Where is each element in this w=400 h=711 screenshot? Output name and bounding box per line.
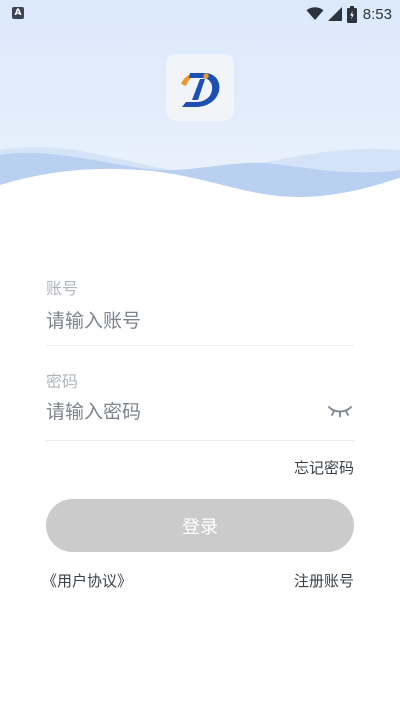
password-divider bbox=[46, 440, 354, 441]
battery-icon bbox=[346, 5, 357, 23]
app-logo-icon bbox=[181, 72, 220, 107]
account-divider bbox=[46, 345, 354, 346]
user-agreement-link[interactable]: 《用户协议》 bbox=[42, 570, 132, 591]
account-input[interactable] bbox=[46, 306, 316, 336]
status-icons: 8:53 bbox=[306, 4, 392, 24]
forgot-password-link[interactable]: 忘记密码 bbox=[294, 457, 354, 478]
register-account-link[interactable]: 注册账号 bbox=[294, 570, 354, 591]
status-time: 8:53 bbox=[362, 5, 392, 23]
account-label: 账号 bbox=[46, 279, 79, 298]
password-input[interactable] bbox=[46, 397, 316, 427]
login-screen: A 8:53 账号 请输入账号 密码 忘记密码 登录 《用户协议》 注册账号 bbox=[0, 0, 400, 711]
signal-icon bbox=[327, 7, 343, 21]
notification-badge: A bbox=[12, 7, 24, 19]
status-bar: A 8:53 bbox=[0, 0, 400, 28]
password-label: 密码 bbox=[46, 372, 79, 391]
wave-decoration bbox=[0, 147, 400, 220]
app-logo bbox=[166, 54, 234, 121]
login-button[interactable]: 登录 bbox=[46, 499, 354, 552]
eye-closed-icon bbox=[328, 406, 352, 418]
password-visibility-toggle[interactable] bbox=[326, 401, 354, 421]
wifi-icon bbox=[306, 7, 324, 21]
